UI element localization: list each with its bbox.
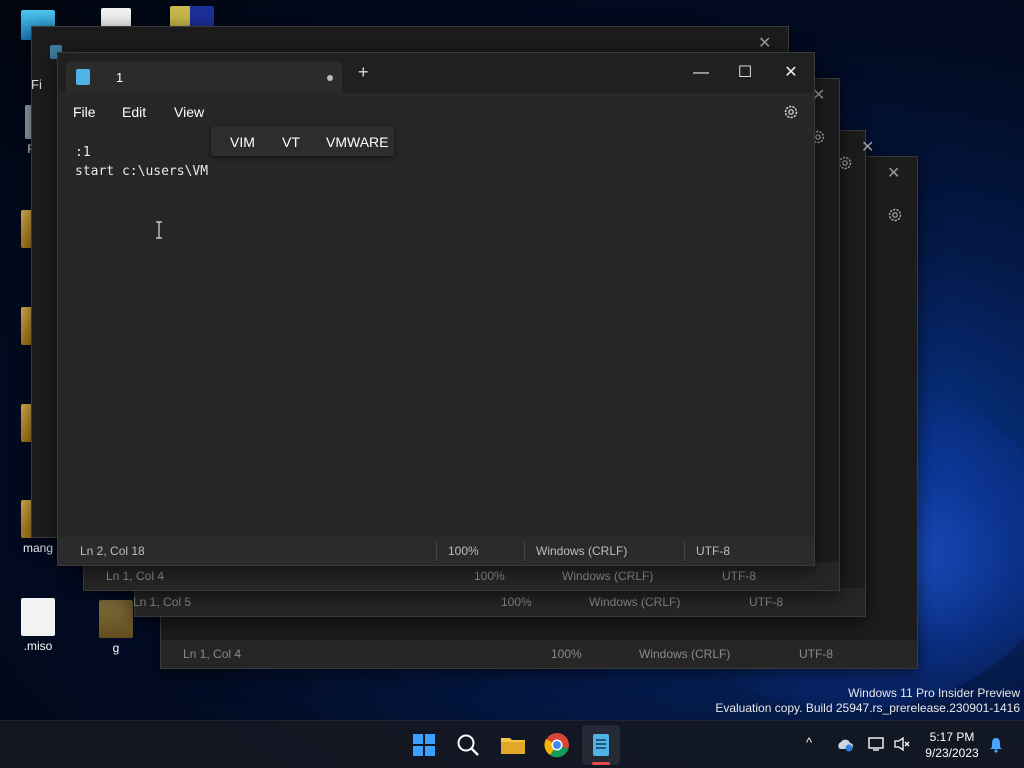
status-zoom: 100% [474, 569, 505, 583]
status-bar: Ln 2, Col 18 100% Windows (CRLF) UTF-8 [58, 537, 814, 565]
minimize-button[interactable]: — [678, 59, 724, 87]
divider [436, 541, 437, 561]
chevron-up-icon[interactable]: ^ [806, 735, 812, 750]
tab-title: 1 [116, 70, 124, 85]
autocomplete-item-vmware[interactable]: VMWARE [326, 134, 388, 150]
gear-icon[interactable] [887, 207, 903, 223]
file-explorer-icon[interactable] [497, 729, 529, 761]
status-encoding: UTF-8 [749, 595, 783, 609]
desktop-icon-label: .miso [23, 639, 53, 653]
taskbar: ^ 5:17 PM 9/23/2023 [0, 720, 1024, 768]
status-position: Ln 1, Col 5 [133, 595, 192, 609]
divider [684, 541, 685, 561]
menu-bar: File Edit View [58, 93, 814, 131]
network-icon[interactable] [868, 736, 886, 752]
status-zoom: 100% [551, 647, 582, 661]
status-zoom: 100% [501, 595, 532, 609]
menu-view[interactable]: View [174, 104, 204, 120]
unsaved-dot-icon[interactable] [327, 75, 333, 81]
notification-bell-icon[interactable] [988, 736, 1004, 754]
text-cursor-icon [156, 221, 162, 239]
status-line-ending: Windows (CRLF) [536, 544, 628, 558]
menu-file-partial: Fi [31, 77, 42, 92]
menu-edit[interactable]: Edit [122, 104, 146, 120]
notepad-window[interactable]: 1 + — ☐ ✕ File Edit View :1 start c:\use… [57, 52, 815, 566]
close-button[interactable]: ✕ [768, 59, 814, 87]
status-line-ending: Windows (CRLF) [589, 595, 681, 609]
notepad-icon[interactable] [585, 729, 617, 761]
folder-icon [99, 600, 133, 638]
notepad-icon [76, 69, 90, 85]
title-bar: 1 + — ☐ ✕ [58, 53, 814, 93]
onedrive-icon[interactable] [836, 737, 854, 753]
close-icon[interactable]: ✕ [861, 137, 874, 157]
close-icon[interactable]: ✕ [758, 33, 771, 53]
status-bar: Ln 1, Col 4 100% Windows (CRLF) UTF-8 [84, 562, 839, 590]
status-encoding: UTF-8 [722, 569, 756, 583]
divider [524, 541, 525, 561]
desktop-icon-label: g [112, 641, 120, 655]
autocomplete-item-vt[interactable]: VT [282, 134, 300, 150]
status-position: Ln 2, Col 18 [80, 544, 145, 558]
search-icon[interactable] [452, 729, 484, 761]
gear-icon[interactable] [783, 104, 799, 120]
chrome-icon[interactable] [541, 729, 573, 761]
status-line-ending: Windows (CRLF) [639, 647, 731, 661]
status-position: Ln 1, Col 4 [106, 569, 165, 583]
watermark-line-2: Evaluation copy. Build 25947.rs_prerelea… [715, 701, 1020, 715]
status-line-ending: Windows (CRLF) [562, 569, 654, 583]
status-encoding: UTF-8 [696, 544, 730, 558]
volume-muted-icon[interactable] [893, 736, 911, 752]
clock[interactable]: 5:17 PM 9/23/2023 [922, 729, 982, 761]
autocomplete-popup: VIM VT VMWARE [211, 126, 394, 156]
status-position: Ln 1, Col 4 [183, 647, 242, 661]
editor-line-2: start c:\users\VM [75, 164, 209, 179]
vim-icon [170, 6, 214, 28]
desktop-icon-miso[interactable]: .miso [8, 598, 68, 653]
clock-time: 5:17 PM [929, 730, 975, 744]
running-indicator [592, 762, 610, 765]
new-tab-button[interactable]: + [358, 62, 369, 83]
status-bar: Ln 1, Col 5 100% Windows (CRLF) UTF-8 [133, 588, 865, 616]
editor-line-1: :1 [75, 145, 91, 160]
autocomplete-item-vim[interactable]: VIM [230, 134, 255, 150]
status-bar: Ln 1, Col 4 100% Windows (CRLF) UTF-8 [161, 640, 917, 668]
tab-1[interactable]: 1 [66, 61, 342, 93]
start-icon[interactable] [408, 729, 440, 761]
file-icon [21, 598, 55, 636]
maximize-button[interactable]: ☐ [722, 59, 768, 87]
close-icon[interactable]: ✕ [887, 163, 900, 183]
watermark-line-1: Windows 11 Pro Insider Preview [848, 686, 1020, 700]
clock-date: 9/23/2023 [925, 746, 979, 760]
status-encoding: UTF-8 [799, 647, 833, 661]
text-editor[interactable]: :1 start c:\users\VM [58, 131, 814, 537]
status-zoom: 100% [448, 544, 479, 558]
menu-file[interactable]: File [73, 104, 96, 120]
